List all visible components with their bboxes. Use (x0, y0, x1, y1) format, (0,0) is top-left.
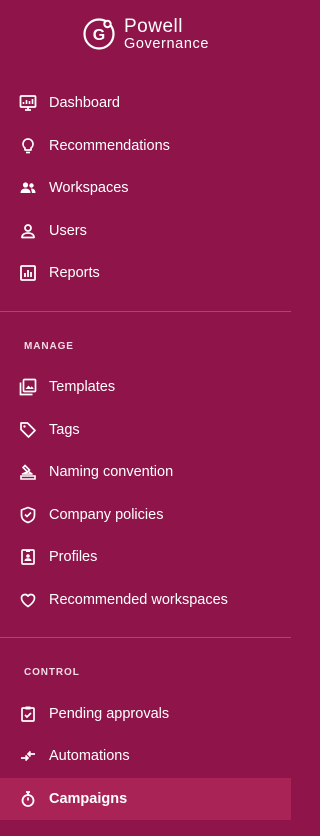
brand-logo[interactable]: G Powell Governance (82, 17, 209, 52)
nav-label: Dashboard (49, 95, 120, 111)
clipboard-check-icon (19, 705, 37, 723)
nav-label: Pending approvals (49, 706, 170, 722)
nav-item-users[interactable]: Users (0, 210, 291, 252)
nav-label: Templates (49, 379, 116, 395)
nav-item-campaigns[interactable]: Campaigns (0, 778, 291, 820)
nav-label: Reports (49, 265, 100, 281)
nav-item-recommended-workspaces[interactable]: Recommended workspaces (0, 579, 291, 621)
nav-item-tags[interactable]: Tags (0, 409, 291, 451)
heart-icon (19, 591, 37, 609)
nav-item-recommendations[interactable]: Recommendations (0, 125, 291, 167)
nav-label: Automations (49, 748, 130, 764)
nav-item-dashboard[interactable]: Dashboard (0, 82, 291, 124)
nav-item-templates[interactable]: Templates (0, 366, 291, 408)
nav-item-profiles[interactable]: Profiles (0, 536, 291, 578)
images-icon (19, 378, 37, 396)
arrows-icon (19, 747, 37, 765)
nav-label: Naming convention (49, 464, 174, 480)
svg-text:G: G (93, 27, 105, 44)
user-icon (19, 222, 37, 240)
nav-item-pending-approvals[interactable]: Pending approvals (0, 693, 291, 735)
brand-subname: Governance (124, 36, 209, 52)
section-title-manage: MANAGE (24, 341, 74, 352)
nav-label: Campaigns (49, 791, 128, 807)
lightbulb-icon (19, 137, 37, 155)
dashboard-icon (19, 94, 37, 112)
powell-logo-icon: G (83, 18, 115, 50)
nav-item-automations[interactable]: Automations (0, 735, 291, 777)
section-title-control: CONTROL (24, 667, 80, 678)
nav-label: Recommendations (49, 138, 170, 154)
tag-icon (19, 421, 37, 439)
nav-item-naming-convention[interactable]: Naming convention (0, 451, 291, 493)
nav-label: Recommended workspaces (49, 592, 228, 608)
divider (0, 311, 291, 312)
people-icon (19, 179, 37, 197)
nav-label: Profiles (49, 549, 98, 565)
stopwatch-icon (19, 790, 37, 808)
divider (0, 637, 291, 638)
nav-item-company-policies[interactable]: Company policies (0, 494, 291, 536)
shield-icon (19, 506, 37, 524)
chart-icon (19, 264, 37, 282)
nav-label: Workspaces (49, 180, 129, 196)
nav-label: Users (49, 223, 87, 239)
nav-label: Company policies (49, 507, 164, 523)
nav-item-workspaces[interactable]: Workspaces (0, 167, 291, 209)
brand-name: Powell (124, 16, 183, 37)
nav-item-reports[interactable]: Reports (0, 252, 291, 294)
stamp-icon (19, 463, 37, 481)
nav-label: Tags (49, 422, 80, 438)
id-badge-icon (19, 548, 37, 566)
